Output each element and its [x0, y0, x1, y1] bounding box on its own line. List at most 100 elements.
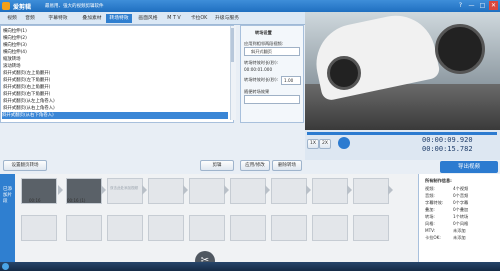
info-row-key: 字幕特效:	[425, 200, 444, 205]
title-bar: 爱剪辑 最易用、强大的视频剪辑软件 ? — □ ✕	[0, 0, 500, 12]
list-item[interactable]: 斜开式翻页(右下角翻开)	[3, 91, 50, 98]
clip-label: 00:16	[29, 198, 41, 203]
timeline-side-tab[interactable]: 已添加片段	[0, 174, 15, 271]
timeline-placeholder[interactable]	[66, 215, 102, 241]
transition-arrow-icon[interactable]	[388, 185, 393, 195]
timeline-placeholder[interactable]	[148, 178, 184, 204]
info-row-key: 视频:	[425, 186, 435, 191]
project-info-panel: 所有制作信息: 视频: 4个视频 音频: 0个音频 字幕特效: 0个字幕 叠加:…	[418, 174, 500, 271]
list-item[interactable]: 横向拉伸(1)	[3, 28, 27, 35]
info-row-value: 0个音频	[453, 193, 469, 198]
play-button[interactable]	[338, 137, 350, 149]
info-row-value: 未添加	[453, 228, 466, 233]
tab-video[interactable]: 视频	[4, 14, 20, 23]
info-title: 所有制作信息:	[425, 178, 452, 183]
app-name: 爱剪辑	[13, 4, 32, 11]
effect-select[interactable]: 斜开式翻页	[244, 47, 300, 56]
list-item[interactable]: 横向拉伸(3)	[3, 42, 27, 49]
close-button[interactable]: ✕	[489, 1, 498, 10]
timeline-placeholder[interactable]	[312, 178, 348, 204]
apply-button[interactable]: 应用/修改	[240, 160, 270, 171]
transition-arrow-icon[interactable]	[347, 185, 352, 195]
list-scroll-thumb[interactable]	[231, 28, 234, 62]
speed-input[interactable]: 1.00	[281, 76, 301, 85]
info-row-key: MTV:	[425, 228, 436, 233]
timeline-placeholder[interactable]	[21, 215, 57, 241]
tab-karaoke[interactable]: 卡拉OK	[187, 14, 211, 23]
placeholder-text: 双击此处添加视频	[110, 186, 138, 190]
list-item[interactable]: 斜开式翻页(左上角翻开)	[3, 70, 50, 77]
effect-dropdown[interactable]	[244, 95, 300, 104]
export-video-button[interactable]: 导出视频	[440, 161, 498, 173]
info-row-key: 卡拉OK:	[425, 235, 441, 240]
info-row-value: 4个视频	[453, 186, 469, 191]
tab-styles[interactable]: 画面风格	[134, 14, 162, 23]
info-row-value: 未添加	[453, 235, 466, 240]
transition-arrow-icon[interactable]	[265, 185, 270, 195]
player-controls: 1X 2X 00:00:09.920 00:00:15.782	[305, 130, 500, 160]
timeline-placeholder[interactable]	[312, 215, 348, 241]
options-title: 转场设置	[255, 30, 272, 35]
list-item[interactable]: 横向拉伸(2)	[3, 35, 27, 42]
transition-arrow-icon[interactable]	[58, 185, 63, 195]
speed-button[interactable]: 1X	[307, 139, 319, 149]
transition-list: 横向拉伸(1) 横向拉伸(2) 横向拉伸(3) 横向拉伸(4) 缩放转场 滚动转…	[0, 25, 234, 123]
maximize-button[interactable]: □	[478, 1, 487, 10]
tab-overlay[interactable]: 叠加素材	[78, 14, 106, 23]
info-row-value: 1个转场	[453, 214, 469, 219]
timeline-placeholder[interactable]	[353, 215, 389, 241]
total-time: 00:00:15.782	[422, 145, 473, 153]
add-transition-button[interactable]: 设置翻页转场	[3, 160, 47, 171]
transition-arrow-icon[interactable]	[306, 185, 311, 195]
info-row-key: 转场:	[425, 214, 435, 219]
info-row-key: 风格:	[425, 221, 435, 226]
info-row-key: 叠加:	[425, 207, 435, 212]
timeline-placeholder[interactable]	[107, 215, 143, 241]
list-item[interactable]: 斜开式翻页(右上角翻开)	[3, 84, 50, 91]
list-item-selected[interactable]: 斜开式翻页(从右下角卷入)	[2, 112, 228, 119]
timeline-placeholder[interactable]	[230, 178, 266, 204]
list-item[interactable]: 斜开式翻页(从右上角卷入)	[3, 105, 55, 112]
transition-options: 转场设置 应用到相邻两段视频: 斜开式翻页 转场特效时长(秒): 00:00:0…	[240, 25, 304, 123]
info-row-value: 0个风格	[453, 221, 469, 226]
duration-value: 00:00:01.000	[244, 67, 273, 72]
video-preview	[305, 12, 500, 130]
timeline-placeholder[interactable]	[189, 215, 225, 241]
transition-arrow-icon[interactable]	[224, 185, 229, 195]
cut-button[interactable]: 剪辑	[200, 160, 234, 171]
timeline-placeholder[interactable]	[230, 215, 266, 241]
tab-upgrade[interactable]: 升级与服务	[211, 14, 243, 23]
help-button[interactable]: ?	[456, 1, 465, 10]
tab-mtv[interactable]: M T V	[163, 14, 185, 23]
timeline-placeholder[interactable]	[353, 178, 389, 204]
transition-arrow-icon[interactable]	[183, 185, 188, 195]
info-row-value: 0个字幕	[453, 200, 469, 205]
list-item[interactable]: 缩放转场	[3, 56, 21, 63]
list-item[interactable]: 斜开式翻页(左下角翻开)	[3, 77, 50, 84]
list-item[interactable]: 滚动转场	[3, 63, 21, 70]
timeline-placeholder[interactable]	[271, 178, 307, 204]
timeline-placeholder[interactable]	[107, 178, 143, 204]
duration-label: 转场特效时长(秒):	[244, 60, 278, 65]
progress-bar[interactable]	[307, 132, 497, 135]
minimize-button[interactable]: —	[467, 1, 476, 10]
tab-audio[interactable]: 音频	[22, 14, 38, 23]
delete-transition-button[interactable]: 删除转场	[272, 160, 302, 171]
list-item[interactable]: 横向拉伸(4)	[3, 49, 27, 56]
os-taskbar	[0, 262, 500, 271]
timeline-placeholder[interactable]	[189, 178, 225, 204]
list-item[interactable]: 斜开式翻页(从左上角卷入)	[3, 98, 55, 105]
preview-tire	[327, 56, 361, 90]
timeline-placeholder[interactable]	[271, 215, 307, 241]
tab-subtitle-effects[interactable]: 字幕特效	[40, 14, 76, 23]
timeline-placeholder[interactable]	[148, 215, 184, 241]
preview-tire	[435, 24, 485, 74]
start-button-icon[interactable]	[2, 263, 9, 270]
transition-arrow-icon[interactable]	[142, 185, 147, 195]
transition-arrow-icon[interactable]	[101, 185, 106, 195]
app-slogan: 最易用、强大的视频剪辑软件	[45, 4, 104, 9]
current-time: 00:00:09.920	[422, 136, 473, 144]
volume-button[interactable]: 2X	[319, 139, 331, 149]
tab-transitions[interactable]: 转场特效	[106, 14, 132, 23]
clip-label: 00:16 (1)	[67, 198, 86, 203]
